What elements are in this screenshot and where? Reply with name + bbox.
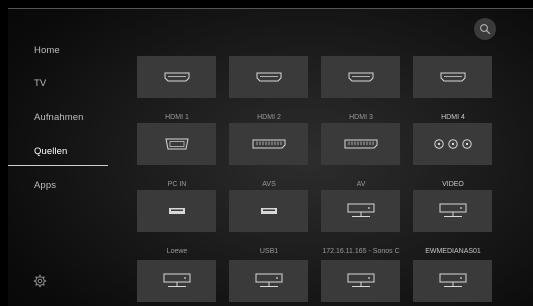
source-label: HDMI 2	[257, 114, 281, 121]
hdmi-port-icon	[256, 72, 281, 82]
rca-ports-icon	[433, 139, 472, 149]
sidebar: Home TV Aufnahmen Quellen Apps	[8, 8, 108, 306]
nav-active-underline	[8, 165, 108, 166]
tv-screen: Home TV Aufnahmen Quellen Apps HDMI 1 HD…	[8, 8, 533, 306]
hdmi-port-icon	[348, 72, 373, 82]
source-tile-hdmi4[interactable]	[413, 56, 492, 98]
source-tile-hdmi3[interactable]	[321, 56, 400, 98]
source-tile-network-7[interactable]	[321, 260, 400, 302]
network-server-icon	[255, 273, 282, 287]
source-label: HDMI 3	[349, 114, 373, 121]
nav-item-home[interactable]: Home	[34, 45, 60, 56]
source-label: 172.16.11.165 - Sonos C	[322, 248, 400, 255]
source-tile-usb1[interactable]	[229, 190, 308, 232]
source-tile-network-8[interactable]	[413, 260, 492, 302]
scart-port-icon	[252, 139, 285, 149]
source-tile-network-5[interactable]	[137, 260, 216, 302]
source-label: AV	[356, 181, 366, 188]
network-server-icon	[347, 273, 374, 287]
usb-port-icon	[168, 208, 185, 214]
search-icon[interactable]	[474, 18, 496, 40]
source-tile-network-6[interactable]	[229, 260, 308, 302]
nav-item-aufnahmen[interactable]: Aufnahmen	[34, 112, 84, 123]
scart-port-icon	[344, 139, 377, 149]
source-label: AVS	[262, 181, 276, 188]
usb-port-icon	[260, 208, 277, 214]
source-tile-loewe[interactable]	[137, 190, 216, 232]
source-tile-video[interactable]	[413, 123, 492, 165]
source-tile-pc-in[interactable]	[137, 123, 216, 165]
source-label: PC IN	[167, 181, 187, 188]
source-tile-avs[interactable]	[229, 123, 308, 165]
gear-icon[interactable]	[33, 274, 47, 288]
network-server-icon	[439, 273, 466, 287]
nav-item-apps[interactable]: Apps	[34, 180, 56, 191]
nav-item-quellen[interactable]: Quellen	[34, 146, 67, 157]
network-server-icon	[439, 203, 466, 217]
source-label: VIDEO	[442, 181, 464, 188]
hdmi-port-icon	[440, 72, 465, 82]
source-label: HDMI 4	[441, 114, 465, 121]
vga-port-icon	[164, 138, 189, 150]
network-server-icon	[163, 273, 190, 287]
source-tile-ewmedianas01[interactable]	[413, 190, 492, 232]
hdmi-port-icon	[164, 72, 189, 82]
network-server-icon	[347, 203, 374, 217]
source-label: HDMI 1	[165, 114, 189, 121]
source-label: USB1	[259, 248, 279, 255]
source-tile-hdmi2[interactable]	[229, 56, 308, 98]
source-tile-av[interactable]	[321, 123, 400, 165]
nav-item-tv[interactable]: TV	[34, 78, 46, 89]
source-tile-sonos[interactable]	[321, 190, 400, 232]
source-tile-hdmi1[interactable]	[137, 56, 216, 98]
source-label: EWMEDIANAS01	[425, 248, 481, 255]
source-label: Loewe	[166, 248, 188, 255]
